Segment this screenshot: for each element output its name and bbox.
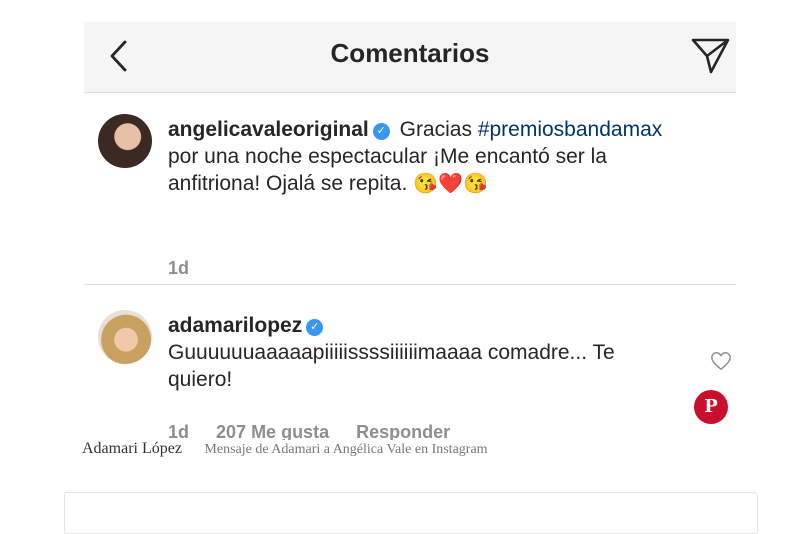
instagram-screenshot: Comentarios angelicavaleoriginal ✓ Gracia… (84, 22, 736, 440)
paper-plane-icon[interactable] (690, 34, 732, 76)
heart-icon[interactable] (710, 350, 732, 372)
caption-description: Mensaje de Adamari a Angélica Vale en In… (204, 442, 488, 457)
comment-item: adamarilopez ✓ Guuuuuuaaaaapiiiiissssiiii… (84, 308, 736, 440)
comment-time: 1d (168, 422, 190, 440)
page-title: Comentarios (330, 38, 490, 68)
likes-count[interactable]: 207 Me gusta (216, 422, 329, 440)
pinterest-save-button[interactable]: P (694, 390, 728, 424)
comment-meta: 1d (168, 258, 211, 279)
username-link[interactable]: angelicavaleoriginal (168, 118, 369, 141)
avatar[interactable] (98, 310, 152, 364)
comment-text: adamarilopez ✓ Guuuuuuaaaaapiiiiissssiiii… (168, 314, 615, 391)
photo-credit: Adamari López (82, 440, 182, 457)
comment-meta: 1d 207 Me gusta Responder (168, 422, 472, 440)
next-content-box (64, 492, 758, 534)
image-caption: Adamari López Mensaje de Adamari a Angél… (82, 440, 488, 458)
username-link[interactable]: adamarilopez (168, 314, 302, 337)
emoji-group: 😘❤️😘 (413, 173, 488, 195)
comment-item: angelicavaleoriginal ✓ Gracias #premiosba… (84, 112, 736, 285)
comment-text: angelicavaleoriginal ✓ Gracias #premiosba… (168, 118, 663, 195)
avatar[interactable] (98, 114, 152, 168)
verified-badge-icon: ✓ (306, 319, 324, 336)
comment-time: 1d (168, 258, 190, 278)
hashtag-link[interactable]: #premiosbandamax (478, 118, 662, 141)
comments-header: Comentarios (84, 22, 736, 93)
reply-button[interactable]: Responder (356, 422, 450, 440)
verified-badge-icon: ✓ (372, 123, 390, 140)
